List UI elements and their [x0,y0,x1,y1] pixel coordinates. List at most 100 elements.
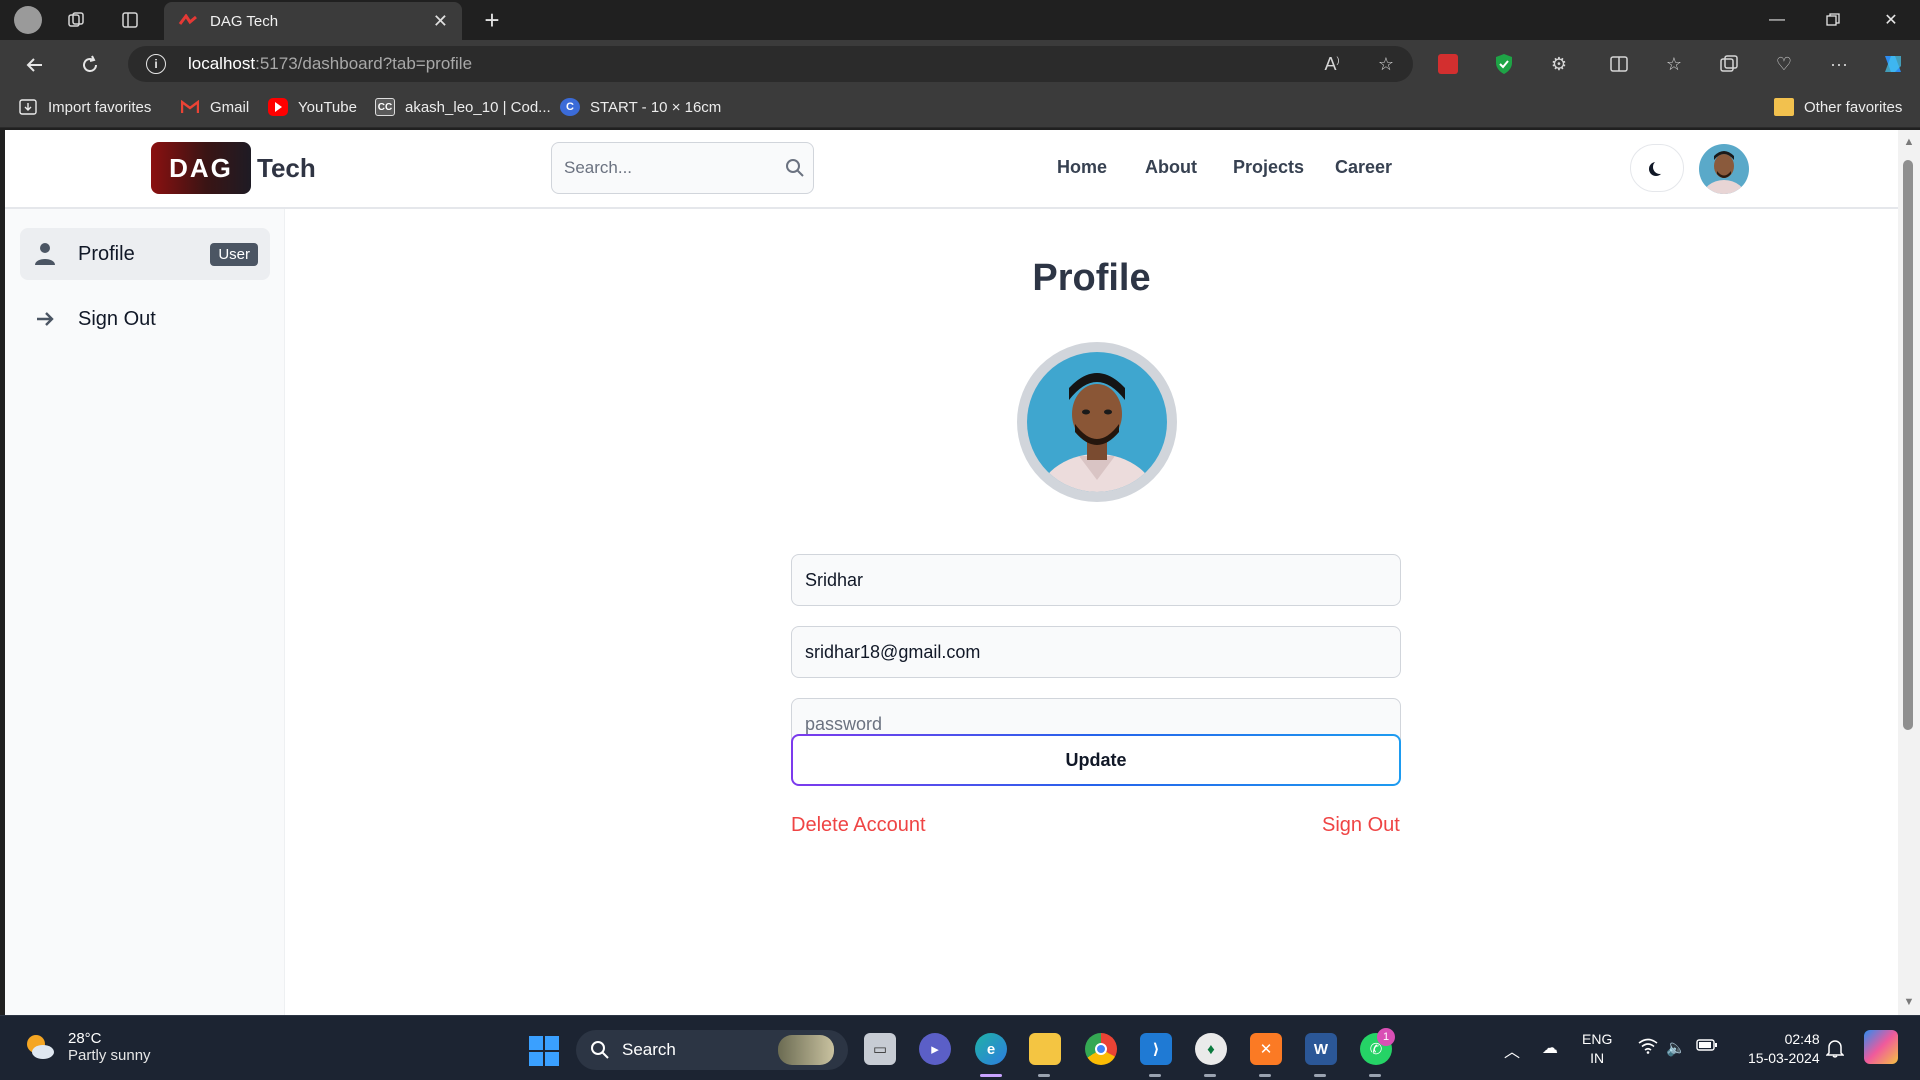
fav-gmail[interactable]: Gmail [180,98,249,116]
task-view-icon[interactable]: ▭ [864,1033,896,1065]
fav-label: START - 10 × 16cm [590,98,722,116]
wifi-icon[interactable] [1638,1038,1658,1059]
explorer-running-indicator [1038,1074,1050,1077]
header-avatar[interactable] [1699,144,1749,194]
system-clock[interactable]: 02:48 15-03-2024 [1748,1030,1820,1068]
vscode-running-indicator [1149,1074,1161,1077]
more-options-icon[interactable]: ··· [1826,51,1852,77]
browser-essentials-icon[interactable]: ♡ [1771,51,1797,77]
active-tab[interactable]: DAG Tech ✕ [164,2,462,40]
teams-chat-icon[interactable]: ▸ [919,1033,951,1065]
word-running-indicator [1314,1074,1326,1077]
refresh-icon[interactable] [75,50,105,80]
youtube-icon [268,98,288,116]
edge-icon[interactable]: e [975,1033,1007,1065]
battery-icon[interactable] [1696,1038,1718,1057]
browser-tab-bar: DAG Tech ✕ + — ✕ [0,0,1920,40]
notification-bell-icon[interactable] [1825,1038,1845,1063]
username-field[interactable] [791,554,1401,606]
region-code: IN [1590,1050,1605,1066]
restore-icon[interactable] [1816,6,1850,34]
file-explorer-icon[interactable] [1029,1033,1061,1065]
sidebar-item-profile[interactable]: Profile User [20,228,270,280]
xampp-icon[interactable]: ✕ [1250,1033,1282,1065]
workspaces-icon[interactable] [64,8,88,32]
word-icon[interactable]: W [1305,1033,1337,1065]
windows-start-icon[interactable] [529,1036,559,1066]
minimize-icon[interactable]: — [1760,6,1794,34]
profile-avatar[interactable] [1017,342,1177,502]
clock-time: 02:48 [1784,1031,1820,1047]
copilot-taskbar-icon[interactable] [1864,1030,1898,1064]
fav-label: YouTube [298,98,357,116]
fav-youtube[interactable]: YouTube [268,98,357,116]
search-input[interactable] [564,158,785,178]
onedrive-icon[interactable]: ☁ [1542,1038,1558,1058]
site-info-icon[interactable]: i [146,54,166,74]
page-scrollbar[interactable]: ▲ ▼ [1898,130,1920,1015]
tab-actions-icon[interactable] [118,8,142,32]
theme-toggle-button[interactable] [1630,144,1684,192]
favorites-bar: Import favorites Gmail YouTube CC akash_… [0,88,1920,128]
user-icon [32,241,58,267]
url-path: :5173/dashboard?tab=profile [255,54,473,73]
copilot-icon[interactable] [1880,51,1906,77]
dashboard-sidebar: Profile User Sign Out [5,209,285,1015]
site-header: DAG Tech Home About Projects Career [5,130,1898,209]
scroll-up-icon[interactable]: ▲ [1903,136,1915,148]
edge-active-indicator [980,1074,1002,1077]
search-icon[interactable] [785,158,805,178]
new-tab-icon[interactable]: + [478,5,506,35]
email-field[interactable] [791,626,1401,678]
language-indicator[interactable]: ENG IN [1582,1030,1612,1068]
vscode-icon[interactable]: ⟩ [1140,1033,1172,1065]
address-bar[interactable]: i localhost:5173/dashboard?tab=profile A… [128,46,1413,82]
folder-icon [1774,98,1794,116]
canva-c-icon: C [560,98,580,116]
split-screen-icon[interactable] [1606,51,1632,77]
sign-out-link[interactable]: Sign Out [1322,814,1400,837]
favorites-list-icon[interactable]: ☆ [1661,51,1687,77]
delete-account-link[interactable]: Delete Account [791,814,926,837]
extensions-icon[interactable]: ⚙ [1546,51,1572,77]
weather-widget[interactable]: 28°C Partly sunny [22,1030,151,1064]
show-hidden-icons-icon[interactable]: ︿ [1504,1038,1520,1062]
tab-title: DAG Tech [210,12,279,30]
nav-career[interactable]: Career [1335,157,1392,178]
fav-label: Gmail [210,98,250,116]
scroll-down-icon[interactable]: ▼ [1903,996,1915,1008]
role-badge: User [210,242,258,266]
mongodb-running-indicator [1204,1074,1216,1077]
read-aloud-icon[interactable]: A) [1320,54,1344,75]
fav-codechef[interactable]: CC akash_leo_10 | Cod... [375,98,551,116]
scrollbar-thumb[interactable] [1903,160,1913,730]
mongodb-icon[interactable]: ♦ [1195,1033,1227,1065]
xampp-running-indicator [1259,1074,1271,1077]
clock-date: 15-03-2024 [1748,1050,1820,1066]
fav-other-favorites[interactable]: Other favorites [1774,98,1902,116]
update-button[interactable]: Update [793,736,1399,784]
tab-close-icon[interactable]: ✕ [433,11,448,32]
nav-about[interactable]: About [1145,157,1197,178]
nav-projects[interactable]: Projects [1233,157,1304,178]
chrome-icon[interactable] [1085,1033,1117,1065]
url-host: localhost [188,54,256,73]
back-icon[interactable] [20,50,50,80]
favorite-star-icon[interactable]: ☆ [1374,54,1398,75]
sidebar-item-sign-out[interactable]: Sign Out [20,293,270,345]
taskbar-search[interactable]: Search [576,1030,848,1070]
browser-toolbar: i localhost:5173/dashboard?tab=profile A… [0,40,1920,88]
dag-favicon-icon [178,13,198,28]
page-viewport: DAG Tech Home About Projects Career Prof… [5,130,1898,1015]
fav-start[interactable]: C START - 10 × 16cm [560,98,721,116]
collections-icon[interactable] [1716,51,1742,77]
site-logo[interactable]: DAG Tech [151,142,316,194]
logo-text: Tech [257,152,316,183]
profile-avatar-icon[interactable] [14,6,42,34]
close-window-icon[interactable]: ✕ [1874,6,1908,34]
extension-red-icon[interactable] [1435,51,1461,77]
volume-icon[interactable]: 🔈 [1666,1038,1686,1058]
fav-import-favorites[interactable]: Import favorites [18,98,151,116]
nav-home[interactable]: Home [1057,157,1107,178]
shield-icon[interactable] [1491,51,1517,77]
